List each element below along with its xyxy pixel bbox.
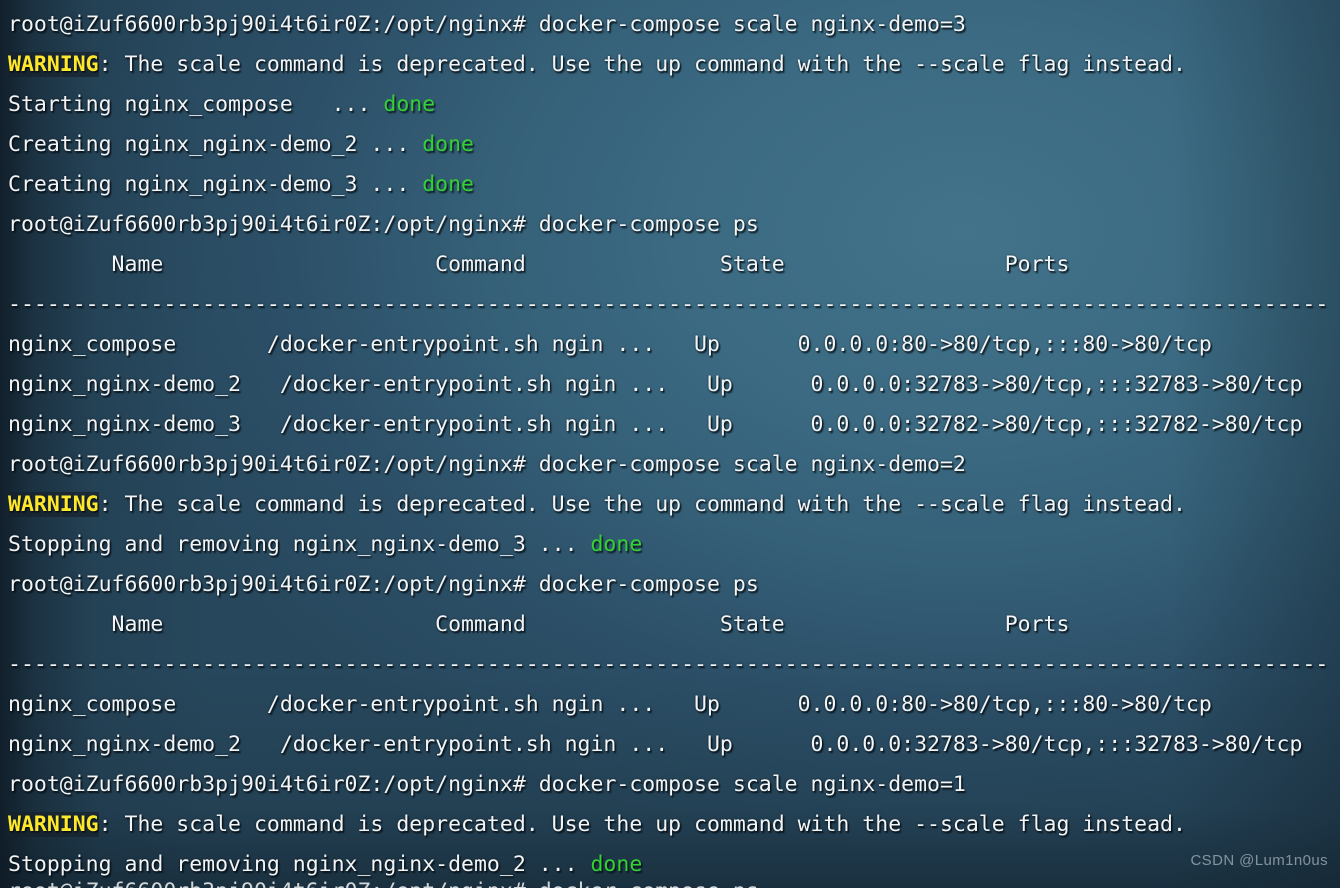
status-badge-done: done xyxy=(383,92,436,117)
shell-prompt: root@iZuf6600rb3pj90i4t6ir0Z:/opt/nginx# xyxy=(8,572,539,597)
terminal-window[interactable]: root@iZuf6600rb3pj90i4t6ir0Z:/opt/nginx#… xyxy=(0,0,1340,888)
terminal-line-clipped: root@iZuf6600rb3pj90i4t6ir0Z:/opt/nginx#… xyxy=(8,880,759,888)
terminal-line-creating-demo3: Creating nginx_nginx-demo_3 ... done xyxy=(8,165,1340,205)
command-text: docker-compose scale nginx-demo=1 xyxy=(538,772,966,797)
warning-message: : The scale command is deprecated. Use t… xyxy=(98,812,1186,837)
terminal-line-warning: WARNING: The scale command is deprecated… xyxy=(8,45,1340,85)
terminal-line-stopping-demo2: Stopping and removing nginx_nginx-demo_2… xyxy=(8,845,1340,885)
table-row: nginx_nginx-demo_3 /docker-entrypoint.sh… xyxy=(8,412,1303,437)
watermark: CSDN @Lum1n0us xyxy=(1190,852,1328,869)
terminal-line-command: root@iZuf6600rb3pj90i4t6ir0Z:/opt/nginx#… xyxy=(8,205,1340,245)
warning-message: : The scale command is deprecated. Use t… xyxy=(98,492,1186,517)
warning-badge: WARNING xyxy=(8,52,99,77)
status-badge-done: done xyxy=(422,172,474,197)
command-text: docker-compose scale nginx-demo=3 xyxy=(538,12,966,37)
status-message: Creating nginx_nginx-demo_2 ... xyxy=(8,132,423,157)
ps-table-header: Name Command State Ports xyxy=(8,612,1070,637)
status-badge-done: done xyxy=(590,532,643,557)
command-text: docker-compose ps xyxy=(538,212,759,237)
status-badge-done: done xyxy=(590,852,643,877)
shell-prompt: root@iZuf6600rb3pj90i4t6ir0Z:/opt/nginx# xyxy=(8,212,539,237)
terminal-output[interactable]: root@iZuf6600rb3pj90i4t6ir0Z:/opt/nginx#… xyxy=(0,0,1340,885)
terminal-line-starting-compose: Starting nginx_compose ... done xyxy=(8,85,1340,125)
status-message: Stopping and removing nginx_nginx-demo_2… xyxy=(8,852,591,877)
table-row: nginx_compose /docker-entrypoint.sh ngin… xyxy=(8,692,1212,717)
status-message: Stopping and removing nginx_nginx-demo_3… xyxy=(8,532,591,557)
ps-table-separator: ----------------------------------------… xyxy=(8,292,1329,317)
terminal-line-warning: WARNING: The scale command is deprecated… xyxy=(8,485,1340,525)
table-row: nginx_compose /docker-entrypoint.sh ngin… xyxy=(8,332,1212,357)
terminal-line-command: root@iZuf6600rb3pj90i4t6ir0Z:/opt/nginx#… xyxy=(8,565,1340,605)
ps-table-separator: ----------------------------------------… xyxy=(8,652,1329,677)
terminal-line-command: root@iZuf6600rb3pj90i4t6ir0Z:/opt/nginx#… xyxy=(8,765,1340,805)
terminal-line-command: root@iZuf6600rb3pj90i4t6ir0Z:/opt/nginx#… xyxy=(8,5,1340,45)
shell-prompt: root@iZuf6600rb3pj90i4t6ir0Z:/opt/nginx# xyxy=(8,12,539,37)
status-badge-done: done xyxy=(422,132,474,157)
status-message: Starting nginx_compose ... xyxy=(8,92,384,117)
warning-message: : The scale command is deprecated. Use t… xyxy=(98,52,1186,77)
table-row: nginx_nginx-demo_2 /docker-entrypoint.sh… xyxy=(8,732,1303,757)
terminal-line-creating-demo2: Creating nginx_nginx-demo_2 ... done xyxy=(8,125,1340,165)
shell-prompt: root@iZuf6600rb3pj90i4t6ir0Z:/opt/nginx# xyxy=(8,772,539,797)
table-row: nginx_nginx-demo_2 /docker-entrypoint.sh… xyxy=(8,372,1303,397)
terminal-line-stopping-demo3: Stopping and removing nginx_nginx-demo_3… xyxy=(8,525,1340,565)
terminal-line-command: root@iZuf6600rb3pj90i4t6ir0Z:/opt/nginx#… xyxy=(8,445,1340,485)
terminal-line-warning: WARNING: The scale command is deprecated… xyxy=(8,805,1340,845)
ps-table-header: Name Command State Ports xyxy=(8,252,1070,277)
shell-prompt: root@iZuf6600rb3pj90i4t6ir0Z:/opt/nginx# xyxy=(8,452,539,477)
command-text: docker-compose ps xyxy=(538,572,759,597)
warning-badge: WARNING xyxy=(8,812,99,837)
status-message: Creating nginx_nginx-demo_3 ... xyxy=(8,172,423,197)
warning-badge: WARNING xyxy=(8,492,99,517)
command-text: docker-compose scale nginx-demo=2 xyxy=(538,452,966,477)
